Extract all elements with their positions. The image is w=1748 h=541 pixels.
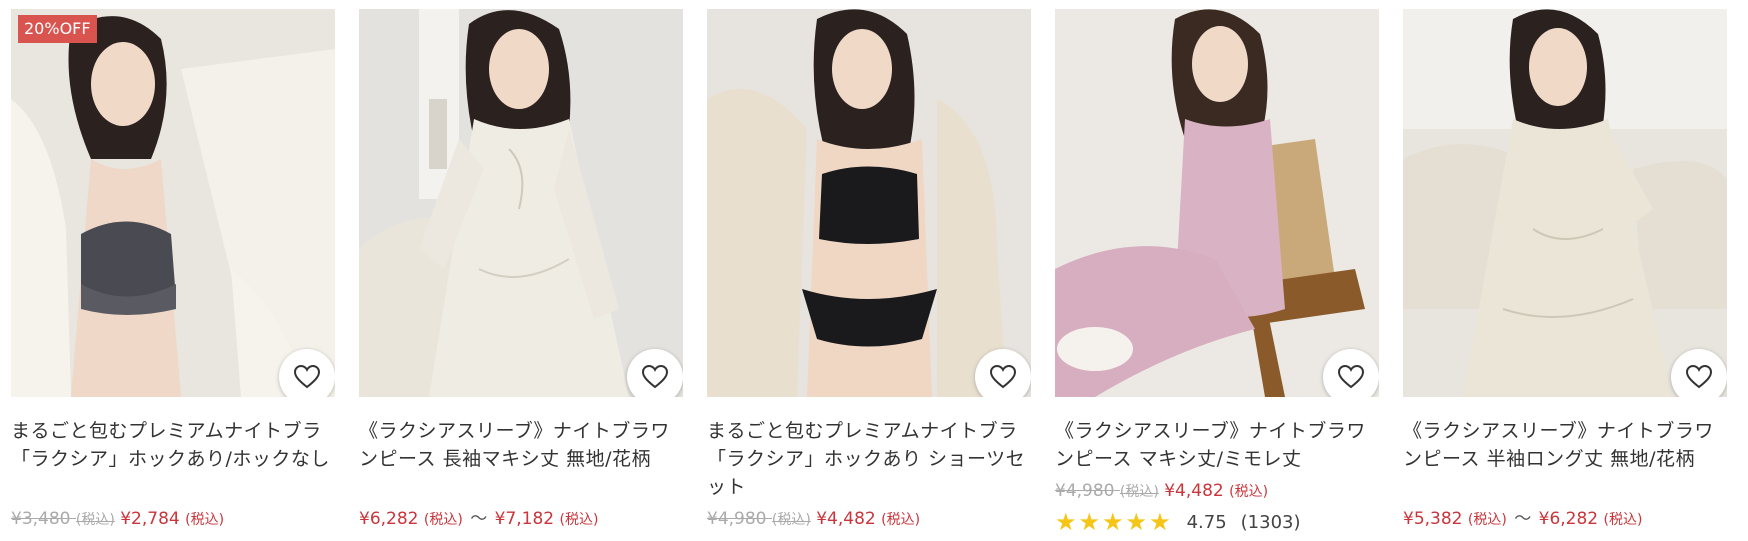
heart-outline-icon <box>1686 365 1712 389</box>
product-photo <box>1055 9 1379 397</box>
star-icon: ★★★★★ <box>1055 508 1173 536</box>
product-title[interactable]: まるごと包むプレミアムナイトブラ「ラクシア」ホックあり ショーツセット <box>707 417 1031 501</box>
price-from: ¥6,282 (税込) <box>359 509 463 529</box>
price-from: ¥5,382 (税込) <box>1403 509 1507 529</box>
original-price-value: ¥4,980 <box>707 509 767 529</box>
tax-label: (税込) <box>423 512 463 528</box>
sale-price: ¥4,482 (税込) <box>1164 481 1268 501</box>
product-card[interactable]: 《ラクシアスリーブ》ナイトブラワンピース マキシ丈/ミモレ丈 ¥4,980 (税… <box>1055 9 1379 536</box>
price-row: ¥6,282 (税込) 〜 ¥7,182 (税込) <box>359 507 683 532</box>
heart-outline-icon <box>1338 365 1364 389</box>
tax-label: (税込) <box>1119 484 1159 500</box>
price-range-separator: 〜 <box>470 509 488 529</box>
tax-label: (税込) <box>559 512 599 528</box>
price-row: ¥3,480 (税込) ¥2,784 (税込) <box>11 507 335 532</box>
tax-label: (税込) <box>1603 512 1643 528</box>
product-image[interactable] <box>359 9 683 397</box>
product-photo <box>1403 9 1727 397</box>
product-title[interactable]: 《ラクシアスリーブ》ナイトブラワンピース マキシ丈/ミモレ丈 <box>1055 417 1379 473</box>
original-price: ¥4,980 (税込) <box>707 509 811 529</box>
product-photo <box>11 9 335 397</box>
product-card[interactable]: 20%OFF まるごと包むプレミアムナイトブラ「ラクシア」ホックあり/ホックなし… <box>11 9 335 532</box>
price-to: ¥7,182 (税込) <box>495 509 599 529</box>
tax-label: (税込) <box>75 512 115 528</box>
heart-outline-icon <box>294 365 320 389</box>
product-image[interactable]: 20%OFF <box>11 9 335 397</box>
price-to-value: ¥6,282 <box>1538 509 1599 529</box>
price-row: ¥4,980 (税込) ¥4,482 (税込) <box>1055 479 1379 504</box>
price-from-value: ¥6,282 <box>359 509 419 529</box>
price-to: ¥6,282 (税込) <box>1539 509 1643 529</box>
price-row: ¥4,980 (税込) ¥4,482 (税込) <box>707 507 1031 532</box>
favorite-button[interactable] <box>279 349 335 397</box>
tax-label: (税込) <box>185 512 225 528</box>
price-to-value: ¥7,182 <box>494 509 555 529</box>
sale-price-value: ¥4,482 <box>816 509 876 529</box>
price-row: ¥5,382 (税込) 〜 ¥6,282 (税込) <box>1403 507 1727 532</box>
original-price: ¥3,480 (税込) <box>11 509 115 529</box>
sale-price-value: ¥2,784 <box>120 509 180 529</box>
product-rating[interactable]: ★★★★★ 4.75 (1303) <box>1055 508 1379 536</box>
product-photo <box>359 9 683 397</box>
tax-label: (税込) <box>1467 512 1507 528</box>
product-card[interactable]: 《ラクシアスリーブ》ナイトブラワンピース 長袖マキシ丈 無地/花柄 ¥6,282… <box>359 9 683 532</box>
sale-price: ¥2,784 (税込) <box>120 509 224 529</box>
original-price-value: ¥4,980 <box>1055 481 1115 501</box>
heart-outline-icon <box>990 365 1016 389</box>
price-from-value: ¥5,382 <box>1403 509 1463 529</box>
review-count: (1303) <box>1240 511 1301 533</box>
rating-value: 4.75 <box>1186 511 1227 533</box>
product-grid: 20%OFF まるごと包むプレミアムナイトブラ「ラクシア」ホックあり/ホックなし… <box>0 0 1748 541</box>
product-title[interactable]: 《ラクシアスリーブ》ナイトブラワンピース 長袖マキシ丈 無地/花柄 <box>359 417 683 501</box>
product-card[interactable]: 《ラクシアスリーブ》ナイトブラワンピース 半袖ロング丈 無地/花柄 ¥5,382… <box>1403 9 1727 532</box>
product-card[interactable]: まるごと包むプレミアムナイトブラ「ラクシア」ホックあり ショーツセット ¥4,9… <box>707 9 1031 532</box>
tax-label: (税込) <box>1229 484 1269 500</box>
original-price: ¥4,980 (税込) <box>1055 481 1159 501</box>
favorite-button[interactable] <box>627 349 683 397</box>
discount-badge: 20%OFF <box>18 15 97 43</box>
sale-price: ¥4,482 (税込) <box>816 509 920 529</box>
favorite-button[interactable] <box>1323 349 1379 397</box>
product-image[interactable] <box>1055 9 1379 397</box>
heart-outline-icon <box>642 365 668 389</box>
sale-price-value: ¥4,482 <box>1164 481 1224 501</box>
favorite-button[interactable] <box>1671 349 1727 397</box>
favorite-button[interactable] <box>975 349 1031 397</box>
tax-label: (税込) <box>881 512 921 528</box>
product-image[interactable] <box>1403 9 1727 397</box>
product-photo <box>707 9 1031 397</box>
product-title[interactable]: 《ラクシアスリーブ》ナイトブラワンピース 半袖ロング丈 無地/花柄 <box>1403 417 1727 501</box>
original-price-value: ¥3,480 <box>11 509 71 529</box>
product-image[interactable] <box>707 9 1031 397</box>
price-range-separator: 〜 <box>1514 509 1532 529</box>
product-title[interactable]: まるごと包むプレミアムナイトブラ「ラクシア」ホックあり/ホックなし <box>11 417 335 501</box>
tax-label: (税込) <box>771 512 811 528</box>
